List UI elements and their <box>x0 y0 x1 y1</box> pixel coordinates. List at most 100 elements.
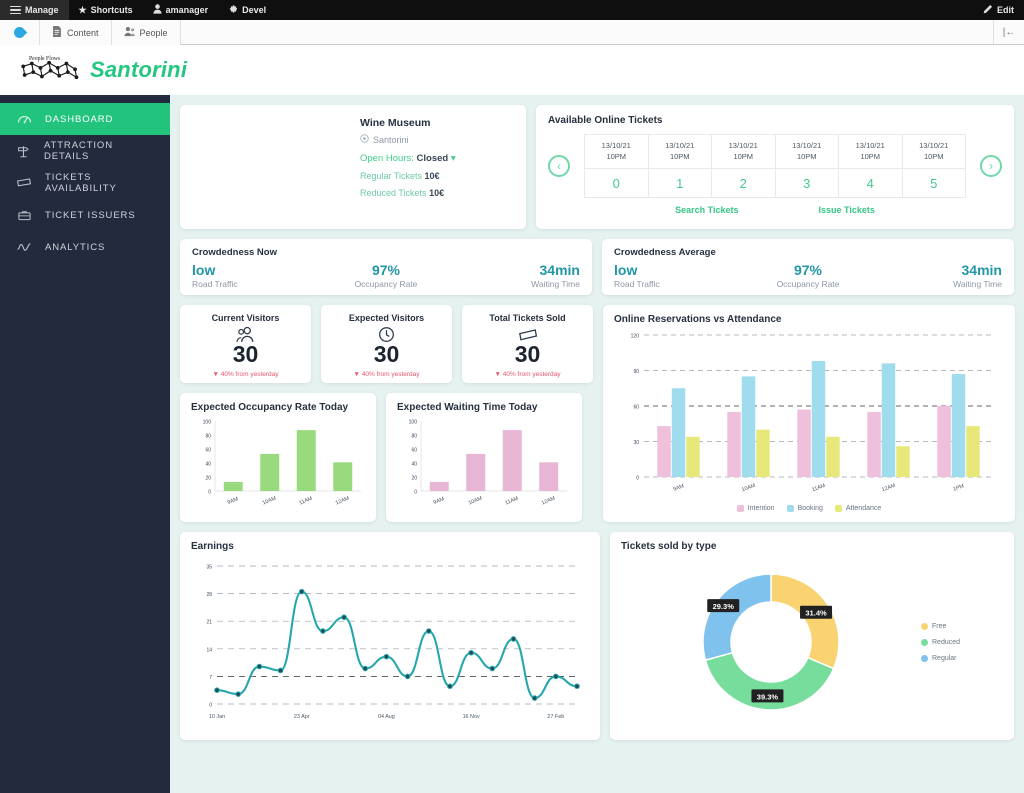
svg-text:04 Aug: 04 Aug <box>378 714 395 720</box>
svg-text:10AM: 10AM <box>262 495 278 506</box>
chart-title: Earnings <box>191 541 234 552</box>
stat-occupancy-rate: 97% Occupancy Rate <box>743 262 872 289</box>
legend-item-regular[interactable]: Regular <box>921 654 960 662</box>
svg-text:29.3%: 29.3% <box>713 602 735 611</box>
toolbar-item-shortcuts[interactable]: ★ Shortcuts <box>69 0 143 20</box>
sidebar-item-analytics[interactable]: ANALYTICS <box>0 231 170 263</box>
kpi-total-tickets-sold: Total Tickets Sold 30 ▼ 40% from yesterd… <box>462 305 593 383</box>
ticket-slot[interactable]: 13/10/21 10PM 5 <box>902 135 966 197</box>
ticket-slot-count: 5 <box>930 175 938 191</box>
svg-text:10AM: 10AM <box>468 495 484 506</box>
svg-text:90: 90 <box>633 369 639 375</box>
star-icon: ★ <box>78 4 87 15</box>
user-icon <box>153 4 162 16</box>
drupal-tab-people[interactable]: People <box>111 20 181 45</box>
regular-tickets-price: 10€ <box>424 171 440 181</box>
ticket-slot[interactable]: 13/10/21 10PM 1 <box>648 135 712 197</box>
waiting-bar-chart: 0 20 40 60 80 100 9AM 10AM 11AM 12AM <box>409 420 567 507</box>
svg-text:20: 20 <box>205 476 211 482</box>
svg-text:11AM: 11AM <box>504 496 519 507</box>
kpi-value: 30 <box>514 341 541 367</box>
ticket-slot-time: 10PM <box>796 151 817 161</box>
ticket-slot-date: 13/10/21 <box>665 141 695 150</box>
available-tickets-title: Available Online Tickets <box>548 115 663 126</box>
drupal-droplet-icon <box>11 24 28 41</box>
search-tickets-link[interactable]: Search Tickets <box>675 205 738 215</box>
kpi-expected-visitors: Expected Visitors 30 ▼ 40% from yesterda… <box>321 305 452 383</box>
chart-title: Expected Occupancy Rate Today <box>191 402 349 413</box>
drupal-tab-content[interactable]: Content <box>40 20 112 45</box>
chevron-left-icon[interactable]: ‹ <box>548 155 570 177</box>
row-attraction-tickets: Wine Museum Santorini Open Hours: Closed… <box>180 105 1014 229</box>
ticket-slot-time: 10PM <box>860 151 881 161</box>
sidebar-item-attraction-details-label: ATTRACTION DETAILS <box>44 140 113 162</box>
chart-expected-waiting: Expected Waiting Time Today 0 20 40 60 80 100… <box>386 393 582 522</box>
sidebar-item-attraction-details[interactable]: ATTRACTION DETAILS <box>0 135 170 167</box>
svg-text:0: 0 <box>209 703 212 709</box>
legend-label: Reduced <box>932 638 961 646</box>
svg-text:31.4%: 31.4% <box>805 609 827 618</box>
svg-text:120: 120 <box>631 334 640 340</box>
sidebar-item-analytics-label: ANALYTICS <box>45 241 106 253</box>
svg-text:10AM: 10AM <box>741 483 757 494</box>
svg-text:60: 60 <box>633 405 639 411</box>
attraction-info: Wine Museum Santorini Open Hours: Closed… <box>348 105 468 229</box>
chart-earnings: Earnings 0 7 14 21 28 35 10 Jan 23 Apr 04 Aug 16 … <box>180 532 600 740</box>
legend-label: Regular <box>932 654 957 662</box>
ticket-slot-header: 13/10/21 10PM <box>712 135 775 169</box>
legend-label: Free <box>932 622 947 630</box>
occupancy-bar-chart: 0 20 40 60 80 100 9AM 10AM 11AM 12AM <box>203 420 361 506</box>
kpi-value: 30 <box>232 341 259 367</box>
svg-text:60: 60 <box>411 448 417 454</box>
hamburger-icon <box>10 4 21 17</box>
toolbar-item-user-label: amanager <box>165 5 209 15</box>
pencil-icon <box>983 4 993 16</box>
svg-text:12AM: 12AM <box>881 483 897 494</box>
toolbar-item-user[interactable]: amanager <box>143 0 219 20</box>
collapse-toolbar-icon[interactable]: |← <box>994 20 1024 44</box>
map-pin-icon <box>360 134 369 145</box>
reduced-tickets-price: 10€ <box>429 188 445 198</box>
content-icon <box>52 26 62 39</box>
crowdedness-now-card: Crowdedness Now low Road Traffic 97% Occ… <box>180 239 592 295</box>
attraction-location: Santorini <box>360 134 456 145</box>
drupal-home-tab[interactable] <box>0 20 40 45</box>
open-hours-row[interactable]: Open Hours: Closed ▾ <box>360 153 456 164</box>
sidebar-item-ticket-issuers[interactable]: TICKET ISSUERS <box>0 199 170 231</box>
svg-text:27 Feb: 27 Feb <box>547 714 564 720</box>
tickets-donut-chart: 31.4% 39.3% 29.3% <box>702 573 840 711</box>
ticket-slot-header: 13/10/21 10PM <box>839 135 902 169</box>
sidebar-item-dashboard[interactable]: DASHBOARD <box>0 103 170 135</box>
legend-item-intention[interactable]: Intention <box>736 505 775 512</box>
ticket-slot[interactable]: 13/10/21 10PM 4 <box>839 135 903 197</box>
ticket-slot[interactable]: 13/10/21 10PM 3 <box>775 135 839 197</box>
regular-tickets-row: Regular Tickets 10€ <box>360 171 456 181</box>
toolbar-item-edit[interactable]: Edit <box>973 0 1024 20</box>
logo-wordmark: People Flows <box>29 56 61 62</box>
ticket-slot[interactable]: 13/10/21 10PM 0 <box>585 135 649 197</box>
crowdedness-average-card: Crowdedness Average low Road Traffic 97%… <box>602 239 1014 295</box>
stat-waiting-time: 34min Waiting Time <box>451 262 580 289</box>
ticket-slot-date: 13/10/21 <box>728 141 758 150</box>
svg-text:10 Jan: 10 Jan <box>209 714 225 720</box>
legend-item-attendance[interactable]: Attendance <box>834 505 881 512</box>
issue-tickets-link[interactable]: Issue Tickets <box>819 205 875 215</box>
chevron-right-icon[interactable]: › <box>980 155 1002 177</box>
stat-value: low <box>192 262 216 278</box>
ticket-slot[interactable]: 13/10/21 10PM 2 <box>712 135 776 197</box>
toolbar-item-devel[interactable]: Devel <box>218 0 276 20</box>
toolbar-item-manage[interactable]: Manage <box>0 0 69 20</box>
ticket-slot-count: 4 <box>866 175 874 191</box>
legend-item-free[interactable]: Free <box>921 622 960 630</box>
svg-text:9AM: 9AM <box>433 496 446 506</box>
kpi-value: 30 <box>373 341 400 367</box>
svg-text:39.3%: 39.3% <box>757 692 779 701</box>
stat-label: Road Traffic <box>192 279 238 289</box>
svg-text:40: 40 <box>411 462 417 468</box>
legend-item-reduced[interactable]: Reduced <box>921 638 961 646</box>
sidebar-item-tickets-availability[interactable]: TICKETS AVAILABILITY <box>0 167 170 199</box>
row-crowdedness: Crowdedness Now low Road Traffic 97% Occ… <box>180 239 1014 295</box>
caret-down-icon[interactable]: ▾ <box>451 153 456 164</box>
stat-value: 97% <box>371 262 400 278</box>
legend-item-booking[interactable]: Booking <box>786 505 823 512</box>
